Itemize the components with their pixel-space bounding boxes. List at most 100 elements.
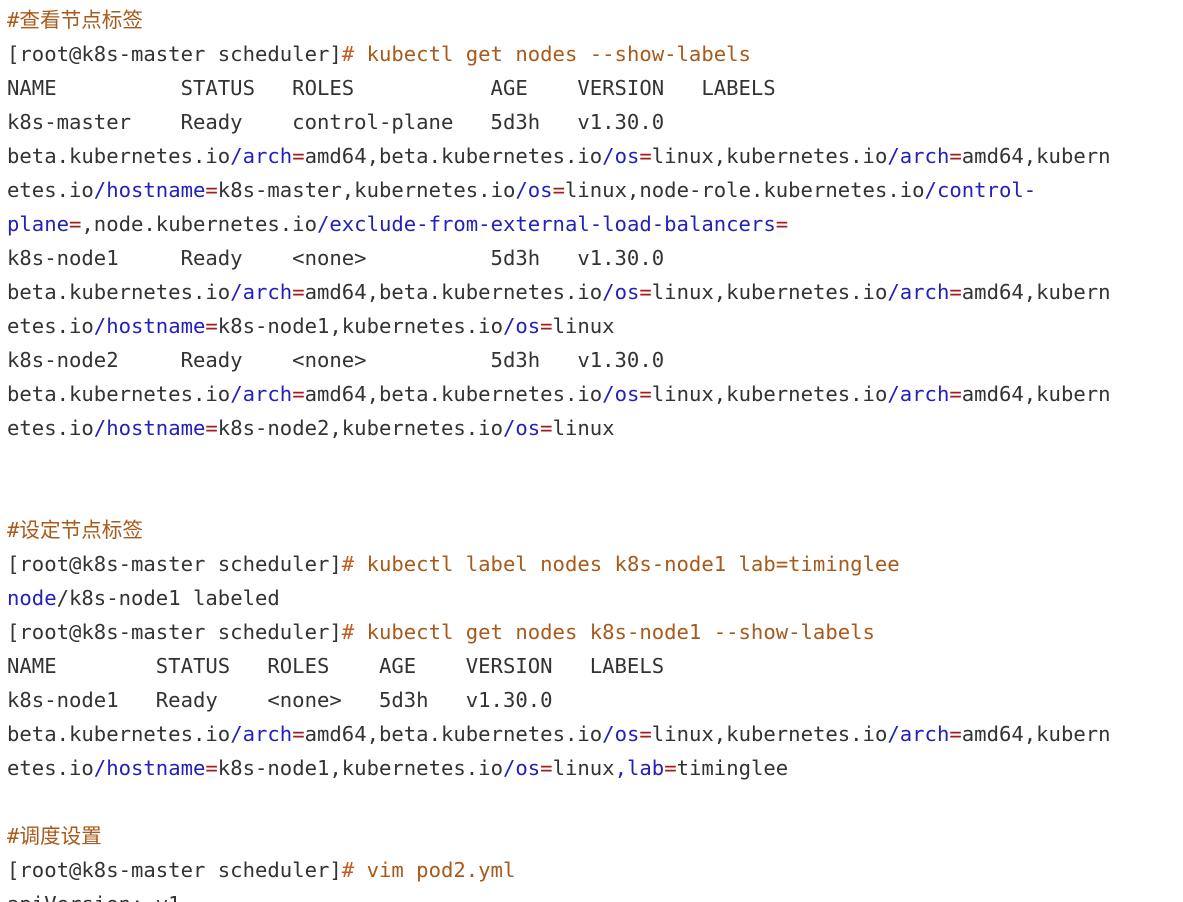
terminal-line: etes.io/hostname=k8s-node1,kubernetes.io…: [7, 751, 1183, 785]
output-text: k8s-master Ready control-plane 5d3h v1.3…: [7, 110, 665, 134]
output-text: amd64,kubern: [961, 382, 1111, 406]
prompt-hash: #: [341, 42, 355, 66]
terminal-line: plane=,node.kubernetes.io/exclude-from-e…: [7, 207, 1183, 241]
label-equals: =: [205, 178, 218, 202]
terminal-line: beta.kubernetes.io/arch=amd64,beta.kuber…: [7, 139, 1183, 173]
prompt-text: [root@k8s-master scheduler]: [7, 858, 342, 882]
output-text: amd64,beta.kubernetes.io: [304, 144, 603, 168]
terminal-line: apiVersion: v1: [7, 887, 1183, 902]
terminal-output: #查看节点标签 [root@k8s-master scheduler]# kube…: [0, 0, 1183, 902]
label-equals: =: [639, 144, 652, 168]
output-text: amd64,kubern: [961, 144, 1111, 168]
output-text: k8s-node1 Ready <none> 5d3h v1.30.0: [7, 246, 665, 270]
label-key: /arch: [887, 382, 950, 406]
output-text: etes.io: [7, 416, 94, 440]
label-equals: =: [664, 756, 677, 780]
output-text: linux: [552, 416, 615, 440]
label-key: /hostname: [93, 314, 206, 338]
label-key: ,lab: [614, 756, 665, 780]
terminal-line: etes.io/hostname=k8s-master,kubernetes.i…: [7, 173, 1183, 207]
terminal-line: beta.kubernetes.io/arch=amd64,beta.kuber…: [7, 717, 1183, 751]
terminal-line: [root@k8s-master scheduler]# vim pod2.ym…: [7, 853, 1183, 887]
label-equals: =: [639, 280, 652, 304]
output-text: k8s-node2,kubernetes.io: [217, 416, 503, 440]
output-text: amd64,kubern: [961, 280, 1111, 304]
label-equals: =: [292, 382, 305, 406]
label-equals: =: [292, 144, 305, 168]
output-text: k8s-node1 Ready <none> 5d3h v1.30.0: [7, 688, 553, 712]
comment-text: #查看节点标签: [7, 8, 143, 32]
terminal-line: NAME STATUS ROLES AGE VERSION LABELS: [7, 71, 1183, 105]
output-text: apiVersion: v1: [7, 892, 181, 902]
prompt-text: [root@k8s-master scheduler]: [7, 620, 342, 644]
label-equals: =: [540, 314, 553, 338]
label-key: node: [7, 586, 57, 610]
label-equals: =: [205, 756, 218, 780]
output-text: amd64,kubern: [961, 722, 1111, 746]
label-equals: =: [205, 314, 218, 338]
output-text: linux,kubernetes.io: [651, 144, 888, 168]
output-text: linux,kubernetes.io: [651, 722, 888, 746]
label-equals: =: [949, 144, 962, 168]
label-key: /os: [515, 178, 553, 202]
command-text: kubectl get nodes k8s-node1 --show-label…: [354, 620, 875, 644]
label-equals: =: [69, 212, 82, 236]
label-key: /hostname: [93, 416, 206, 440]
terminal-line: #调度设置: [7, 819, 1183, 853]
label-key: /arch: [887, 722, 950, 746]
label-equals: =: [949, 280, 962, 304]
terminal-line: k8s-node2 Ready <none> 5d3h v1.30.0: [7, 343, 1183, 377]
output-text: amd64,beta.kubernetes.io: [304, 280, 603, 304]
prompt-hash: #: [341, 552, 355, 576]
terminal-line: NAME STATUS ROLES AGE VERSION LABELS: [7, 649, 1183, 683]
label-equals: =: [639, 382, 652, 406]
label-key: /os: [502, 314, 541, 338]
output-text: amd64,beta.kubernetes.io: [304, 382, 603, 406]
output-text: beta.kubernetes.io: [7, 722, 231, 746]
label-key: /arch: [887, 144, 950, 168]
output-text: etes.io: [7, 178, 94, 202]
terminal-line: etes.io/hostname=k8s-node1,kubernetes.io…: [7, 309, 1183, 343]
prompt-text: [root@k8s-master scheduler]: [7, 552, 342, 576]
label-key: /hostname: [93, 756, 206, 780]
prompt-hash: #: [341, 858, 355, 882]
terminal-line: k8s-node1 Ready <none> 5d3h v1.30.0: [7, 683, 1183, 717]
label-equals: =: [292, 280, 305, 304]
prompt-text: [root@k8s-master scheduler]: [7, 42, 342, 66]
label-key: /os: [602, 280, 640, 304]
label-key: plane: [7, 212, 69, 236]
label-key: /os: [602, 382, 640, 406]
output-text: k8s-node2 Ready <none> 5d3h v1.30.0: [7, 348, 665, 372]
label-key: /os: [502, 756, 541, 780]
terminal-line: etes.io/hostname=k8s-node2,kubernetes.io…: [7, 411, 1183, 445]
output-text: k8s-master,kubernetes.io: [217, 178, 516, 202]
command-text: kubectl label nodes k8s-node1 lab=timing…: [354, 552, 900, 576]
output-text: etes.io: [7, 314, 94, 338]
label-equals: =: [205, 416, 218, 440]
terminal-line: [root@k8s-master scheduler]# kubectl lab…: [7, 547, 1183, 581]
output-text: k8s-node1,kubernetes.io: [217, 314, 503, 338]
label-key: /exclude-from-external-load-balancers: [316, 212, 776, 236]
output-text: beta.kubernetes.io: [7, 382, 231, 406]
output-text: linux: [552, 314, 615, 338]
output-text: linux,kubernetes.io: [651, 382, 888, 406]
label-key: /arch: [230, 280, 293, 304]
output-text: linux,kubernetes.io: [651, 280, 888, 304]
terminal-line: k8s-node1 Ready <none> 5d3h v1.30.0: [7, 241, 1183, 275]
label-equals: =: [775, 212, 789, 236]
label-equals: =: [639, 722, 652, 746]
output-text: beta.kubernetes.io: [7, 144, 231, 168]
output-text: k8s-node1,kubernetes.io: [217, 756, 503, 780]
label-key: /arch: [887, 280, 950, 304]
label-equals: =: [292, 722, 305, 746]
comment-text: #调度设置: [7, 824, 102, 848]
command-text: vim pod2.yml: [354, 858, 516, 882]
terminal-line: beta.kubernetes.io/arch=amd64,beta.kuber…: [7, 275, 1183, 309]
output-text: amd64,beta.kubernetes.io: [304, 722, 603, 746]
terminal-line: #设定节点标签: [7, 513, 1183, 547]
label-key: /control-: [924, 178, 1037, 202]
label-equals: =: [552, 178, 565, 202]
